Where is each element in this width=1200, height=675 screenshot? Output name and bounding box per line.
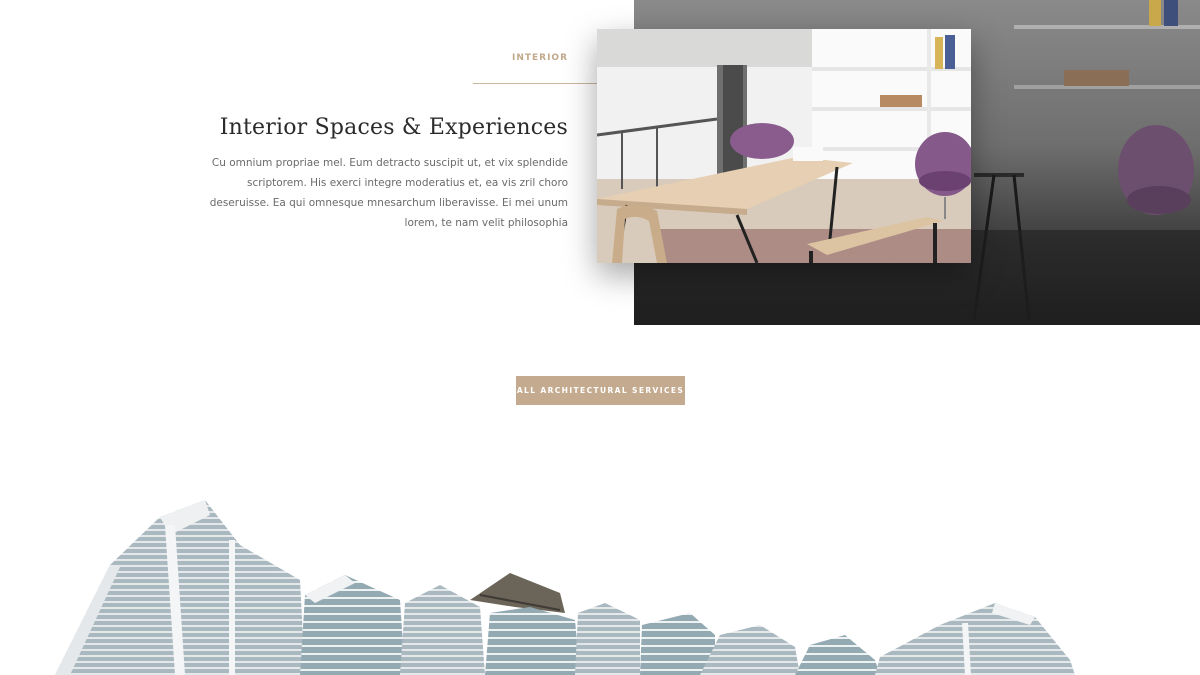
- section-description: Cu omnium propriae mel. Eum detracto sus…: [209, 157, 568, 229]
- section-eyebrow: INTERIOR: [511, 53, 568, 63]
- interior-feature-image: [597, 29, 971, 263]
- all-architectural-services-button[interactable]: ALL ARCHITECTURAL SERVICES: [516, 376, 685, 405]
- buildings-skyline-image: [0, 495, 1200, 675]
- section-title: Interior Spaces & Experiences: [219, 115, 568, 140]
- eyebrow-divider: [473, 83, 598, 84]
